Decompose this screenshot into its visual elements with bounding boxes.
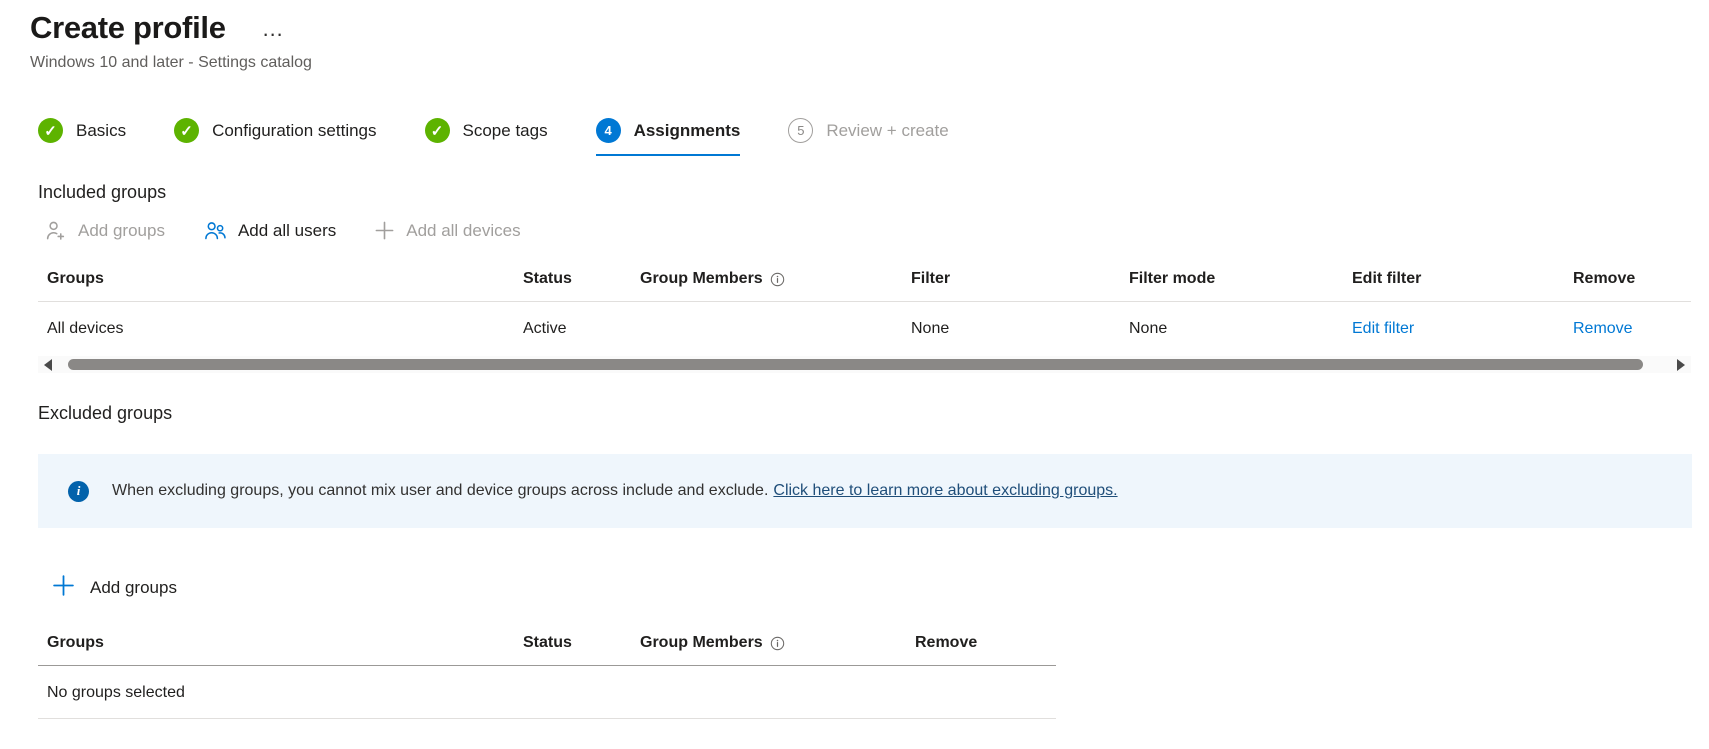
info-banner-message: When excluding groups, you cannot mix us… [112,482,1118,499]
add-all-devices-button[interactable]: Add all devices [374,220,521,241]
create-profile-page: Create profile … Windows 10 and later - … [0,0,1709,749]
plus-icon [374,220,395,241]
step-review-create[interactable]: 5 Review + create [788,118,949,156]
add-groups-label: Add groups [90,578,177,597]
add-groups-label: Add groups [78,220,165,240]
included-groups-toolbar: Add groups Add all users Add all devices [44,219,1709,242]
wizard-steps: ✓ Basics ✓ Configuration settings ✓ Scop… [38,118,1709,156]
column-header-filter-mode: Filter mode [1120,262,1343,302]
included-groups-title: Included groups [38,182,167,202]
remove-link[interactable]: Remove [1564,302,1691,354]
column-header-remove: Remove [906,626,1056,666]
step-number-badge: 4 [595,118,621,143]
step-label: Assignments [633,120,741,140]
page-header: Create profile … Windows 10 and later - … [0,0,1709,72]
cell-status: Active [523,320,567,337]
step-label: Scope tags [462,120,548,140]
more-options-icon[interactable]: … [262,18,287,40]
person-add-icon [44,219,67,242]
step-basics[interactable]: ✓ Basics [38,118,126,156]
plus-icon [52,574,75,602]
column-header-remove: Remove [1564,262,1691,302]
step-assignments[interactable]: 4 Assignments [595,118,741,156]
column-header-groups: Groups [38,262,514,302]
step-number-badge: 5 [788,118,814,143]
scroll-right-arrow-icon[interactable] [1677,358,1685,371]
step-label: Configuration settings [212,120,377,140]
included-groups-table: Groups Status Group Members Filter Filte… [38,262,1691,354]
edit-filter-link[interactable]: Edit filter [1343,302,1564,354]
people-icon [203,219,227,242]
page-subtitle: Windows 10 and later - Settings catalog [30,54,312,71]
excluded-groups-title: Excluded groups [38,403,173,423]
excluded-add-groups-button[interactable]: Add groups [52,574,1709,602]
empty-table-message: No groups selected [38,666,1056,719]
column-header-status: Status [514,262,631,302]
add-all-users-label: Add all users [237,220,337,240]
cell-group-members [631,302,902,354]
column-header-edit-filter: Edit filter [1343,262,1564,302]
step-complete-check-icon: ✓ [174,118,200,143]
step-label: Basics [76,120,127,140]
horizontal-scrollbar[interactable] [38,356,1691,373]
column-header-filter: Filter [902,262,1120,302]
step-scope-tags[interactable]: ✓ Scope tags [424,118,548,156]
info-tooltip-icon[interactable] [770,636,785,651]
page-title: Create profile [30,10,226,45]
add-all-devices-label: Add all devices [406,220,521,240]
scrollbar-track[interactable] [56,358,1673,371]
info-icon: i [68,480,89,502]
scroll-left-arrow-icon[interactable] [44,358,52,371]
excluded-groups-table: Groups Status Group Members Remove No gr… [38,626,1056,719]
add-all-users-button[interactable]: Add all users [203,219,336,242]
cell-filter: None [911,320,950,337]
column-header-groups: Groups [38,626,514,666]
cell-filter-mode: None [1129,320,1168,337]
cell-groups: All devices [47,320,124,337]
step-complete-check-icon: ✓ [38,118,63,143]
add-groups-button[interactable]: Add groups [44,219,165,242]
column-header-status: Status [514,626,631,666]
column-header-group-members: Group Members [631,262,902,302]
info-tooltip-icon[interactable] [770,272,785,287]
step-configuration-settings[interactable]: ✓ Configuration settings [174,118,377,156]
column-header-group-members: Group Members [631,626,906,666]
step-label: Review + create [826,120,949,140]
scrollbar-thumb[interactable] [68,359,1643,370]
learn-more-link[interactable]: Click here to learn more about excluding… [773,482,1117,499]
step-complete-check-icon: ✓ [424,118,450,143]
info-banner: i When excluding groups, you cannot mix … [38,454,1692,528]
